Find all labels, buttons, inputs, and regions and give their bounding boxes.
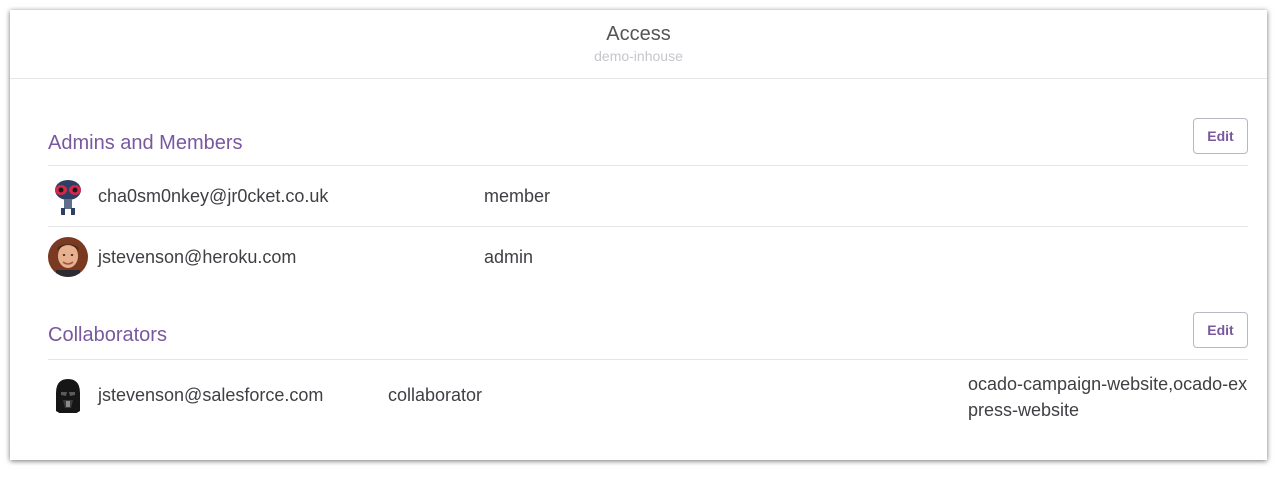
- admins-members-header: Admins and Members Edit: [48, 118, 1248, 166]
- member-email: cha0sm0nkey@jr0cket.co.uk: [98, 186, 329, 206]
- person-avatar: [48, 237, 88, 277]
- member-row: jstevenson@heroku.com admin: [48, 227, 1248, 288]
- admins-members-section: Admins and Members Edit cha0sm0nkey@jr0c…: [48, 118, 1248, 288]
- collaborator-row: jstevenson@salesforce.com collaborator o…: [48, 360, 1248, 430]
- collaborator-apps: ocado-campaign-website,ocado-express-web…: [968, 374, 1248, 420]
- collaborators-header: Collaborators Edit: [48, 304, 1248, 360]
- member-role: admin: [484, 247, 534, 267]
- alien-avatar: [48, 176, 88, 216]
- collaborators-section: Collaborators Edit jstevenson@salesforce…: [48, 304, 1248, 430]
- admins-edit-button[interactable]: Edit: [1193, 118, 1248, 154]
- admins-members-title: Admins and Members: [48, 132, 243, 154]
- collaborator-role: collaborator: [388, 385, 483, 405]
- member-row: cha0sm0nkey@jr0cket.co.uk member: [48, 166, 1248, 227]
- collaborator-email: jstevenson@salesforce.com: [98, 385, 324, 405]
- collaborators-title: Collaborators: [48, 324, 167, 346]
- access-panel: Access demo-inhouse Admins and Members E…: [10, 10, 1267, 460]
- page-title: Access: [606, 23, 671, 45]
- member-email: jstevenson@heroku.com: [98, 247, 297, 267]
- panel-header: Access demo-inhouse: [10, 10, 1267, 79]
- darth-vader-avatar: [48, 375, 88, 415]
- member-role: member: [484, 186, 551, 206]
- collaborators-edit-button[interactable]: Edit: [1193, 312, 1248, 348]
- app-name-subtitle: demo-inhouse: [594, 48, 683, 64]
